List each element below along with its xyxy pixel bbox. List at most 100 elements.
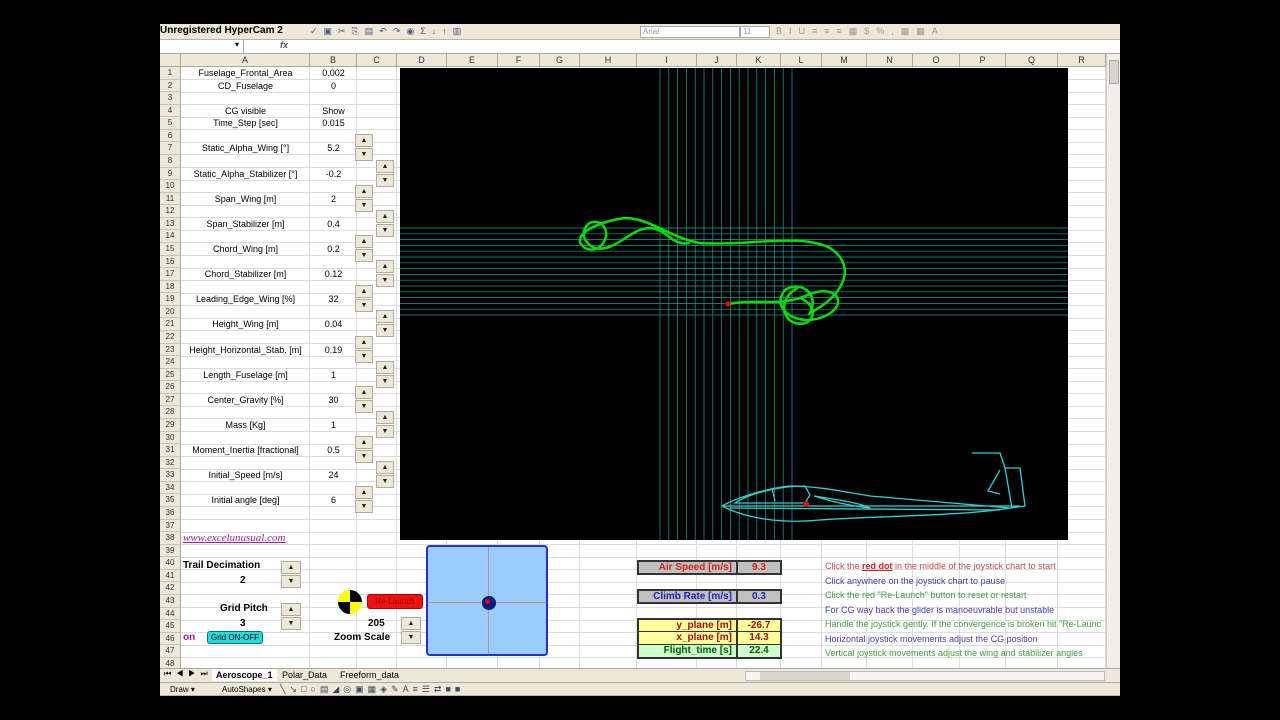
- column-header-R[interactable]: R: [1058, 54, 1106, 67]
- column-header-Q[interactable]: Q: [1006, 54, 1058, 67]
- param-spin-up[interactable]: ▲: [355, 436, 373, 450]
- param-spin-down[interactable]: ▼: [355, 148, 373, 162]
- column-header-E[interactable]: E: [447, 54, 498, 67]
- column-header-O[interactable]: O: [913, 54, 960, 67]
- row-header[interactable]: 30: [160, 431, 181, 445]
- row-header[interactable]: 14: [160, 230, 181, 243]
- param-value[interactable]: 0.12: [310, 268, 357, 280]
- param-spin-down[interactable]: ▼: [355, 299, 373, 313]
- param-spin-down[interactable]: ▼: [376, 274, 394, 288]
- row-header[interactable]: 40: [160, 557, 181, 570]
- row-header[interactable]: 6: [160, 129, 181, 143]
- joystick-chart[interactable]: [426, 545, 548, 656]
- param-spin-down[interactable]: ▼: [376, 424, 394, 438]
- row-header[interactable]: 39: [160, 544, 181, 558]
- param-spin-up[interactable]: ▲: [376, 461, 394, 475]
- flight-chart[interactable]: [400, 68, 1068, 540]
- row-header[interactable]: 44: [160, 607, 181, 621]
- zoom-up-button[interactable]: ▲: [401, 617, 421, 630]
- name-box[interactable]: ▾: [160, 40, 244, 53]
- select-all-corner[interactable]: [160, 54, 181, 67]
- row-header[interactable]: 33: [160, 469, 181, 482]
- param-value[interactable]: 0.002: [310, 67, 357, 79]
- param-value[interactable]: 5.2: [310, 142, 357, 154]
- param-spin-down[interactable]: ▼: [376, 173, 394, 187]
- row-header[interactable]: 15: [160, 242, 181, 256]
- row-header[interactable]: 21: [160, 318, 181, 331]
- scroll-thumb[interactable]: [1109, 60, 1119, 84]
- font-name-select[interactable]: Arial: [640, 26, 740, 38]
- row-header[interactable]: 19: [160, 293, 181, 306]
- param-value[interactable]: 32: [310, 293, 357, 305]
- function-icon[interactable]: fx: [280, 40, 288, 50]
- zoom-down-button[interactable]: ▼: [401, 631, 421, 644]
- website-link[interactable]: www.excelunusual.com: [183, 532, 285, 544]
- param-value[interactable]: 0.5: [310, 444, 357, 456]
- param-spin-up[interactable]: ▲: [355, 385, 373, 399]
- column-header-M[interactable]: M: [822, 54, 867, 67]
- column-header-L[interactable]: L: [781, 54, 822, 67]
- row-header[interactable]: 43: [160, 594, 181, 608]
- param-spin-up[interactable]: ▲: [355, 134, 373, 148]
- row-header[interactable]: 47: [160, 645, 181, 658]
- row-header[interactable]: 2: [160, 79, 181, 93]
- param-value[interactable]: 1: [310, 419, 357, 431]
- param-spin-down[interactable]: ▼: [376, 324, 394, 338]
- param-spin-up[interactable]: ▲: [355, 234, 373, 248]
- row-header[interactable]: 28: [160, 406, 181, 419]
- param-spin-up[interactable]: ▲: [376, 260, 394, 274]
- param-spin-up[interactable]: ▲: [355, 184, 373, 198]
- param-spin-down[interactable]: ▼: [355, 349, 373, 363]
- param-value[interactable]: 0.19: [310, 344, 357, 356]
- format-toolbar-icons[interactable]: BIU≡≡≡▦$%,▦▦A: [776, 26, 945, 37]
- row-header[interactable]: 8: [160, 154, 181, 168]
- row-header[interactable]: 45: [160, 620, 181, 633]
- tab-freeform-data[interactable]: Freeform_data: [340, 669, 399, 681]
- grid-on-off-button[interactable]: Grid ON-OFF: [207, 631, 263, 644]
- param-value[interactable]: 0.015: [310, 117, 357, 129]
- column-header-N[interactable]: N: [867, 54, 913, 67]
- joystick-knob[interactable]: [482, 596, 496, 610]
- grid-up-button[interactable]: ▲: [281, 603, 301, 616]
- param-spin-down[interactable]: ▼: [355, 248, 373, 262]
- column-header-A[interactable]: A: [181, 54, 310, 67]
- param-value[interactable]: 24: [310, 469, 357, 481]
- row-header[interactable]: 23: [160, 343, 181, 357]
- row-header[interactable]: 37: [160, 519, 181, 533]
- row-header[interactable]: 20: [160, 305, 181, 319]
- column-header-P[interactable]: P: [960, 54, 1006, 67]
- grid-down-button[interactable]: ▼: [281, 617, 301, 630]
- param-spin-down[interactable]: ▼: [355, 500, 373, 514]
- trail-down-button[interactable]: ▼: [281, 575, 301, 588]
- row-header[interactable]: 7: [160, 142, 181, 155]
- row-header[interactable]: 4: [160, 104, 181, 118]
- row-header[interactable]: 32: [160, 456, 181, 470]
- column-header-C[interactable]: C: [357, 54, 397, 67]
- param-spin-down[interactable]: ▼: [355, 198, 373, 212]
- row-header[interactable]: 35: [160, 494, 181, 507]
- param-value[interactable]: 0.4: [310, 218, 357, 230]
- param-spin-down[interactable]: ▼: [376, 475, 394, 489]
- trail-up-button[interactable]: ▲: [281, 561, 301, 574]
- row-header[interactable]: 13: [160, 217, 181, 231]
- row-header[interactable]: 27: [160, 393, 181, 407]
- row-header[interactable]: 12: [160, 205, 181, 218]
- param-spin-up[interactable]: ▲: [355, 285, 373, 299]
- row-header[interactable]: 18: [160, 280, 181, 294]
- draw-menu[interactable]: Draw ▾: [170, 685, 195, 694]
- param-spin-up[interactable]: ▲: [355, 486, 373, 500]
- row-header[interactable]: 46: [160, 632, 181, 646]
- row-header[interactable]: 16: [160, 255, 181, 269]
- column-header-G[interactable]: G: [540, 54, 580, 67]
- param-spin-up[interactable]: ▲: [376, 310, 394, 324]
- column-header-I[interactable]: I: [637, 54, 697, 67]
- relaunch-button[interactable]: Re-Launch: [367, 594, 423, 609]
- param-value[interactable]: 30: [310, 394, 357, 406]
- param-value[interactable]: 0.04: [310, 318, 357, 330]
- row-header[interactable]: 31: [160, 444, 181, 457]
- param-value[interactable]: 0: [310, 80, 357, 92]
- param-value[interactable]: 6: [310, 494, 357, 506]
- tab-scroll-buttons[interactable]: ⏮◀▶⏭: [164, 669, 213, 679]
- param-value[interactable]: -0.2: [310, 168, 357, 180]
- param-value[interactable]: 0.2: [310, 243, 357, 255]
